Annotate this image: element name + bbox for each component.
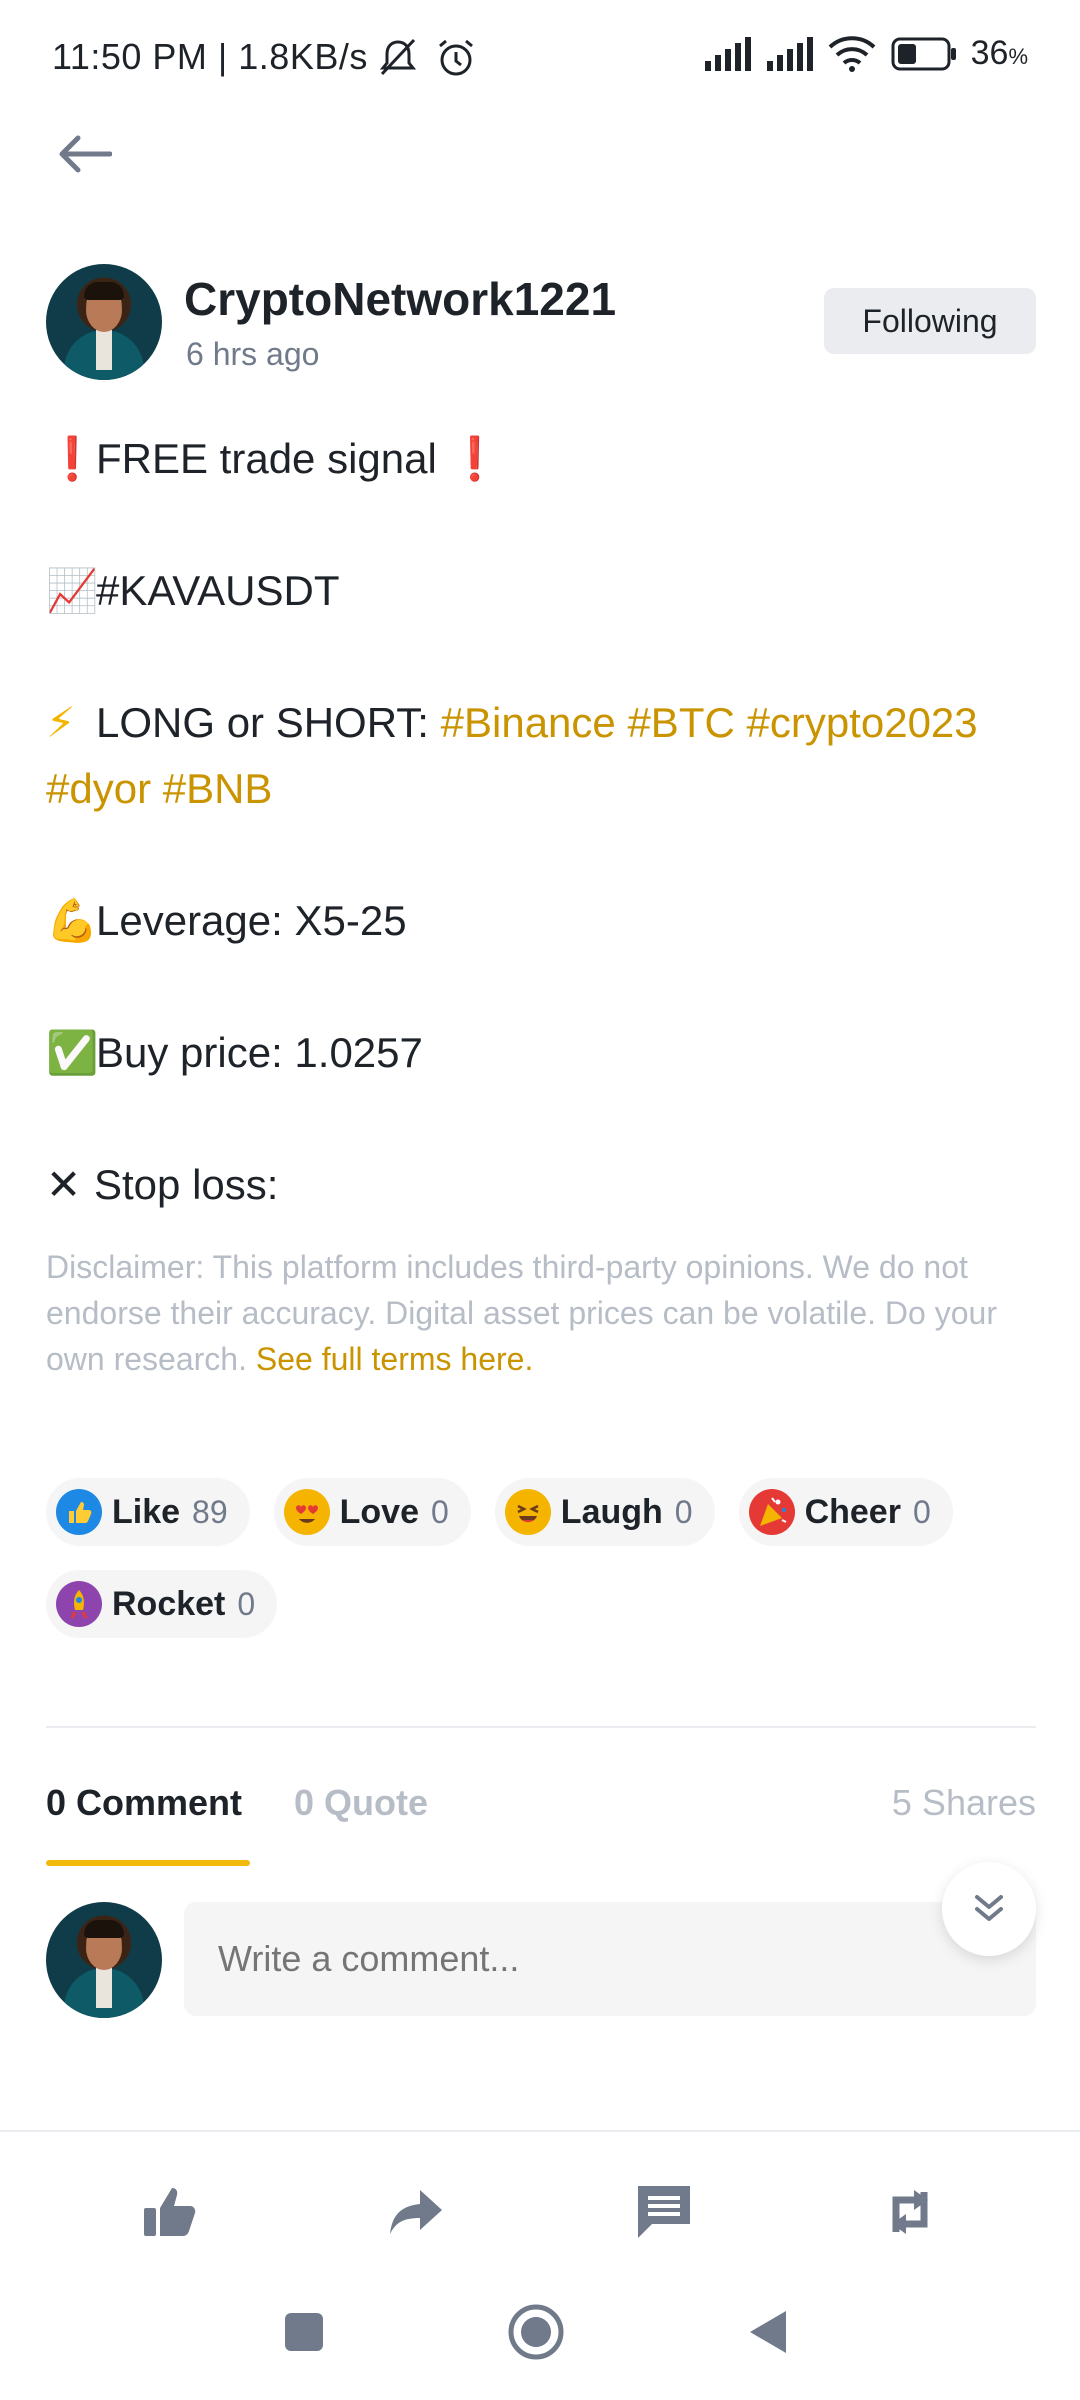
author-name[interactable]: CryptoNetwork1221 [184,272,616,326]
check-mark-icon: ✅ [46,1029,99,1076]
alarm-icon [439,39,473,76]
disclaimer: Disclaimer: This platform includes third… [46,1249,997,1377]
chart-up-icon: 📈 [46,567,99,614]
post-line-title: ❗FREE trade signal ❗ [46,426,1036,492]
share-arrow-icon [390,2190,442,2234]
repost-button[interactable] [870,2172,950,2252]
flexed-arm-icon: 💪 [46,897,99,944]
comment-tabs: 0 Comment 0 Quote 5 Shares [46,1776,1036,1866]
post-line-stop-loss: ✕ Stop loss: [46,1152,1036,1218]
party-popper-icon [748,1489,795,1535]
arrow-left-icon [59,135,112,173]
circle-icon [508,2304,564,2360]
post-time: 6 hrs ago [186,336,320,372]
exclamation-icon: ❗ [448,435,501,482]
active-tab-indicator [46,1860,250,1866]
post-action-bar [0,2130,1080,2270]
share-button[interactable] [376,2172,456,2252]
author-avatar[interactable] [46,264,162,380]
reaction-laugh[interactable]: Laugh 0 [494,1478,715,1546]
exclamation-icon: ❗ [46,435,99,482]
post-header: CryptoNetwork1221 6 hrs ago Following [46,264,1036,380]
reaction-like[interactable]: Like 89 [46,1478,250,1546]
post-body: ❗FREE trade signal ❗ 📈#KAVAUSDT ⚡ LONG or… [46,426,1036,1218]
comment-button[interactable] [624,2172,704,2252]
square-icon [285,2313,323,2351]
heart-eyes-icon [283,1489,330,1535]
double-chevron-down-icon [975,1895,1003,1921]
terms-link[interactable]: See full terms here. [256,1341,533,1377]
post-line-buy-price: ✅Buy price: 1.0257 [46,1020,1036,1086]
section-divider [46,1726,1036,1728]
thumbs-up-icon [144,2188,196,2236]
back-nav-button[interactable] [728,2292,808,2372]
status-right-icons: 36% [703,34,1028,73]
battery-icon [891,37,956,70]
post-line-leverage: 💪Leverage: X5-25 [46,888,1036,954]
laugh-icon [504,1489,551,1535]
status-time: 11:50 PM | 1.8KB/s [52,36,368,77]
thumbs-up-icon [56,1489,102,1535]
post-line-direction: ⚡ LONG or SHORT: #Binance #BTC #crypto202… [46,690,1036,756]
hashtag-links-2[interactable]: #dyor #BNB [46,756,1036,822]
triangle-back-icon [750,2311,786,2353]
home-button[interactable] [496,2292,576,2372]
repost-icon [892,2190,928,2234]
back-button[interactable] [48,122,120,186]
comment-icon [638,2186,690,2238]
comment-composer [46,1902,1036,2018]
user-avatar [46,1902,162,2018]
tab-comment[interactable]: 0 Comment [46,1782,242,1824]
reactions: Like 89 Love 0 Laugh 0 Cheer 0 Rocket 0 [46,1478,1036,1662]
lightning-icon: ⚡ [46,699,76,746]
like-button[interactable] [130,2172,210,2252]
system-nav-bar [0,2270,1080,2400]
hashtag-links[interactable]: #Binance #BTC #crypto2023 [441,699,978,746]
signal-icon-2 [766,36,813,71]
reaction-cheer[interactable]: Cheer 0 [738,1478,953,1546]
comment-input[interactable] [184,1902,1036,2016]
battery-percent: 36% [970,34,1028,72]
recents-button[interactable] [264,2292,344,2372]
rocket-icon [56,1581,102,1627]
status-left-icons [376,36,478,80]
signal-icon [704,36,751,71]
status-bar: 11:50 PM | 1.8KB/s 36% [0,0,1080,118]
wifi-icon [828,35,875,72]
following-button[interactable]: Following [824,288,1036,354]
scroll-down-button[interactable] [942,1862,1036,1956]
reaction-love[interactable]: Love 0 [273,1478,471,1546]
tab-quote[interactable]: 0 Quote [294,1782,428,1824]
shares-count[interactable]: 5 Shares [892,1782,1036,1824]
reaction-rocket[interactable]: Rocket 0 [46,1570,278,1638]
cross-icon: ✕ [46,1161,82,1208]
post-line-pair: 📈#KAVAUSDT [46,558,1036,624]
bell-muted-icon [379,38,417,76]
